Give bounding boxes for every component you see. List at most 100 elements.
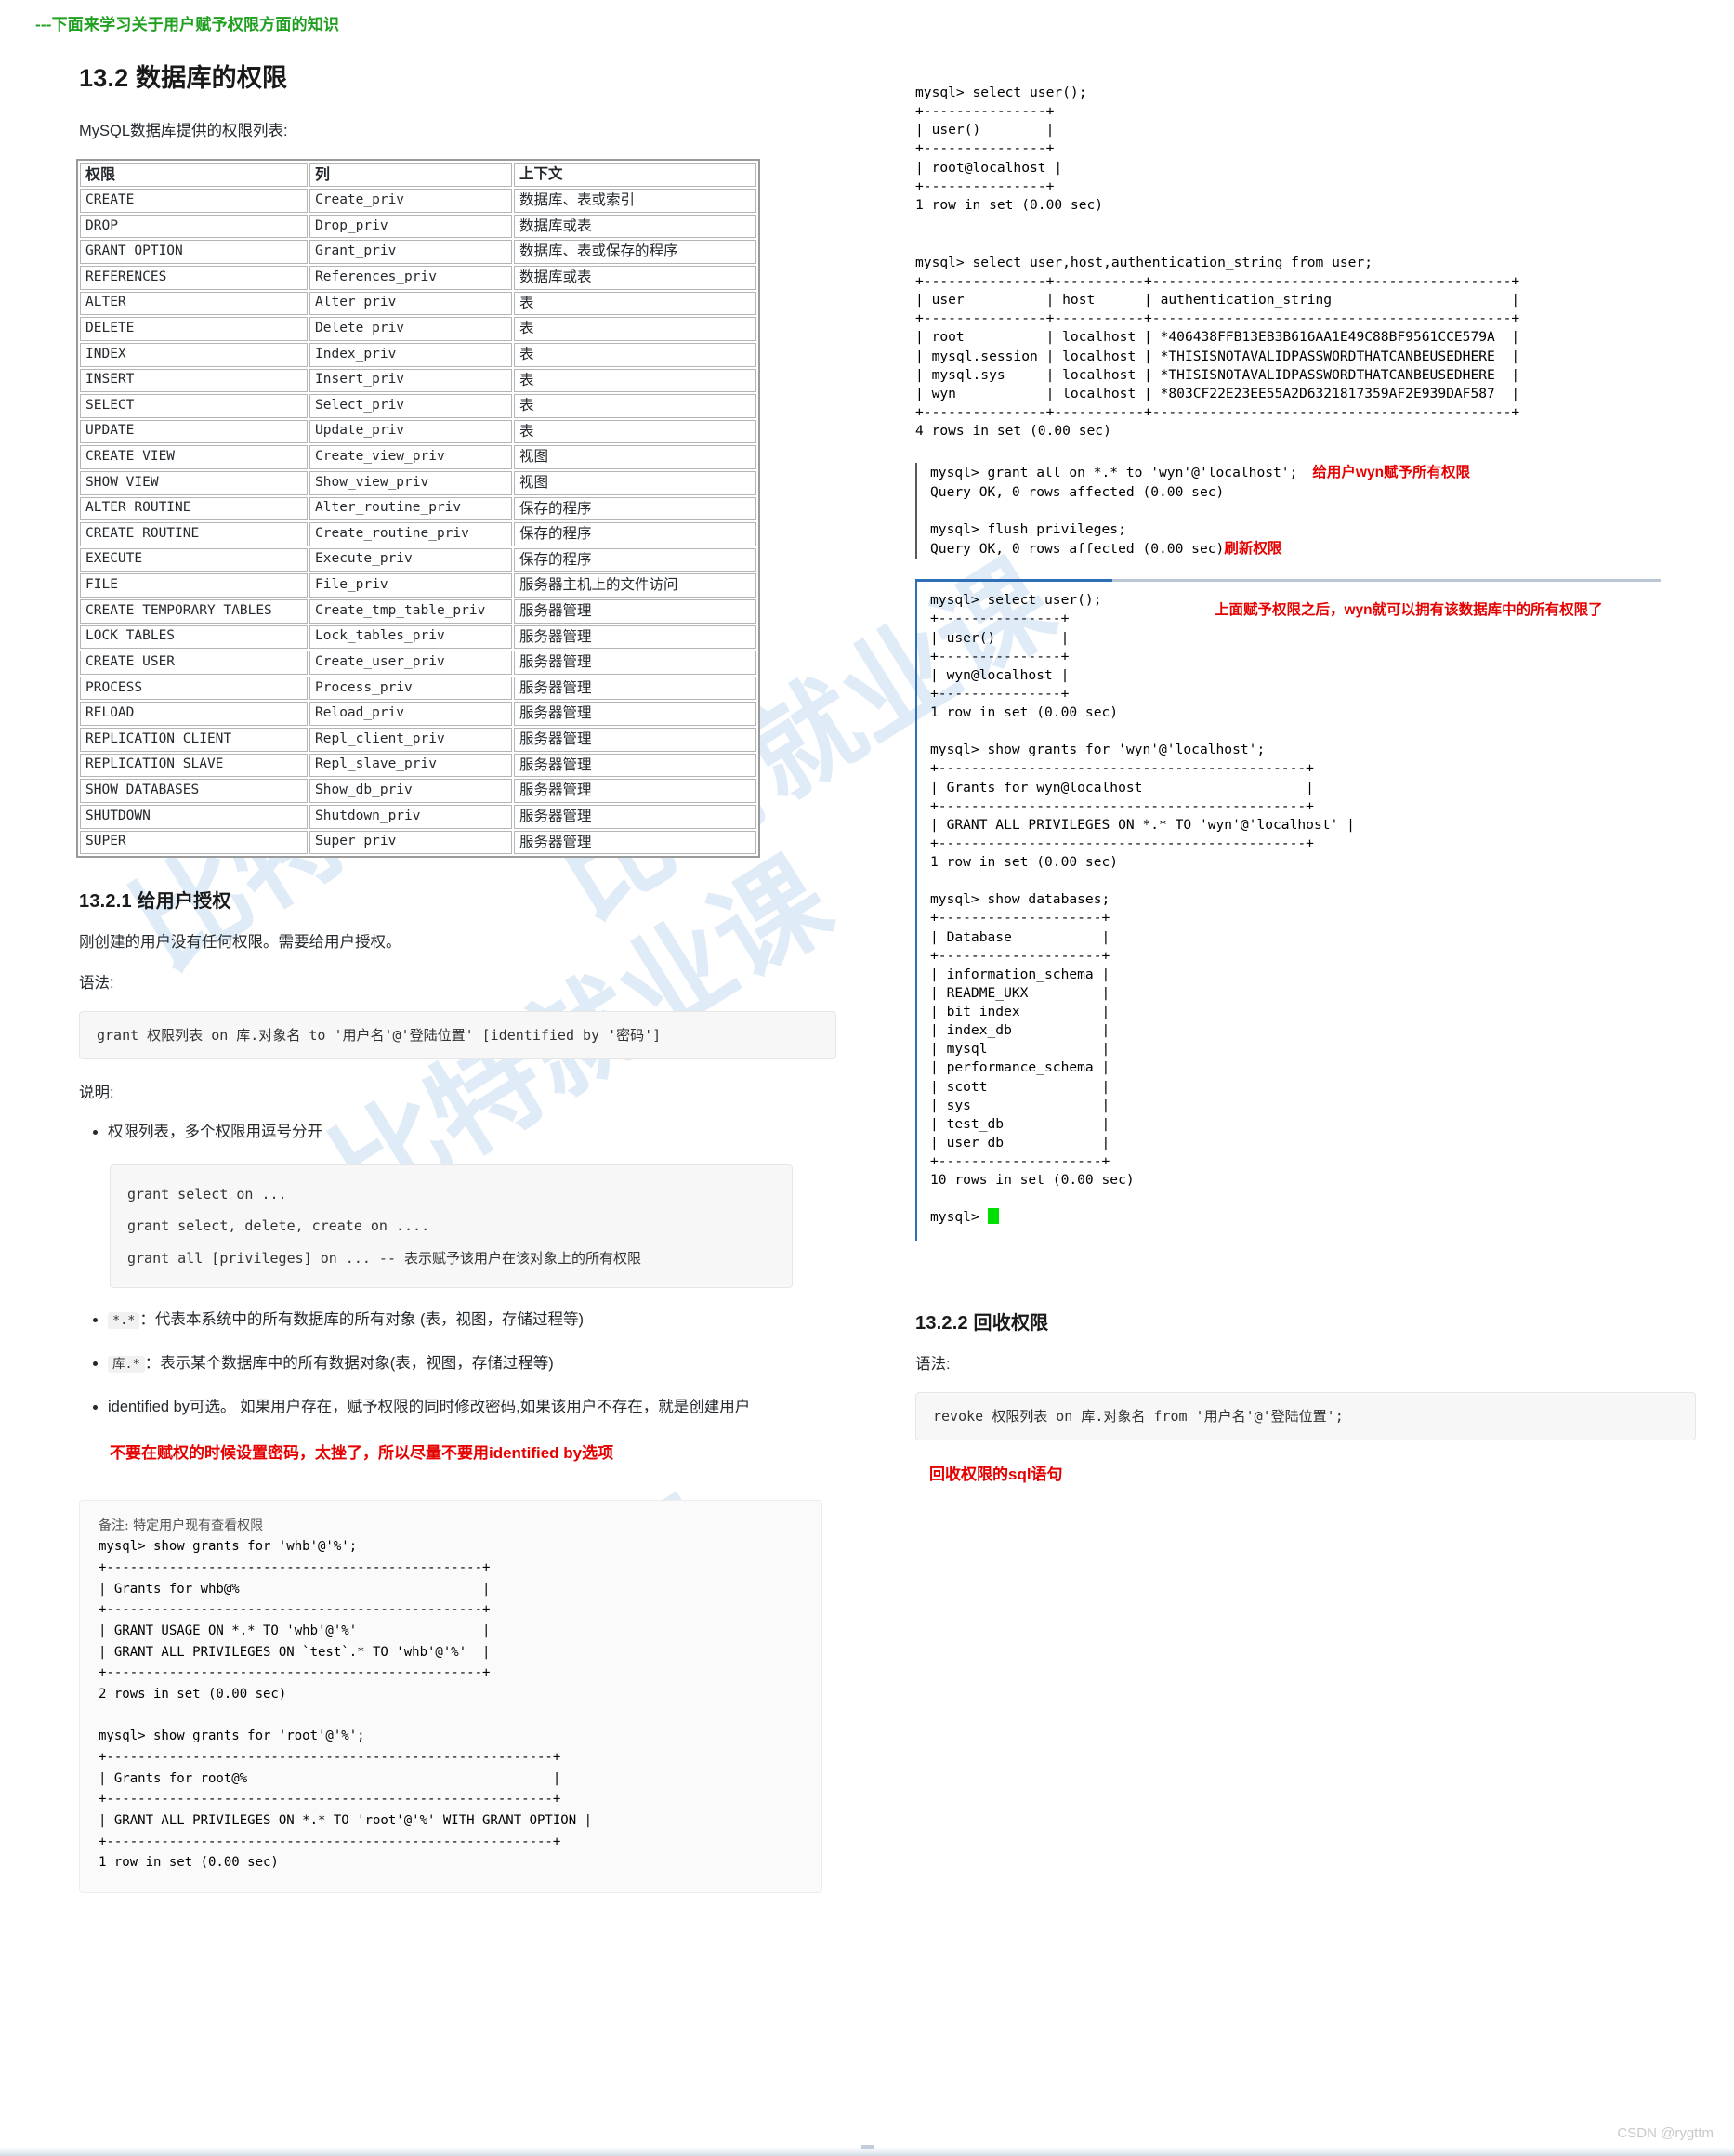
code-line: grant select, delete, create on ....	[127, 1217, 430, 1235]
table-row: DROP Drop_priv 数据库或表	[80, 214, 756, 239]
table-cell: PROCESS	[80, 676, 308, 701]
grants-terminal-block: 备注: 特定用户现有查看权限 mysql> show grants for 'w…	[79, 1499, 822, 1894]
table-cell: 保存的程序	[514, 547, 756, 572]
table-cell: 服务器管理	[514, 702, 756, 727]
table-cell: 数据库或表	[514, 266, 756, 290]
table-row: INSERT Insert_priv 表	[80, 368, 756, 393]
explanation-bullets: 权限列表，多个权限用逗号分开	[65, 1121, 836, 1144]
intro-text: MySQL数据库提供的权限列表:	[79, 123, 288, 139]
terminal-grant-block: mysql> grant all on *.* to 'wyn'@'localh…	[915, 463, 1696, 559]
list-item: identified by可选。 如果用户存在，赋予权限的同时修改密码,如果该用…	[108, 1396, 836, 1419]
table-cell: 表	[514, 342, 756, 367]
terminal-line: Query OK, 0 rows affected (0.00 sec)刷新权限	[930, 539, 1696, 559]
code-line: grant select on ...	[127, 1185, 287, 1203]
grant-command: mysql> grant all on *.* to 'wyn'@'localh…	[930, 465, 1298, 481]
table-row: UPDATE Update_priv 表	[80, 419, 756, 444]
terminal-cursor	[987, 1208, 999, 1225]
terminal-show-databases: mysql> show databases; +----------------…	[930, 891, 1135, 1189]
table-cell: Drop_priv	[309, 214, 512, 239]
table-cell: SHOW DATABASES	[80, 779, 308, 803]
table-row: CREATE VIEW Create_view_priv 视图	[80, 445, 756, 469]
table-row: LOCK TABLES Lock_tables_priv 服务器管理	[80, 624, 756, 650]
table-cell: DROP	[80, 214, 308, 239]
list-item-text: ：表示某个数据库中的所有数据对象(表，视图，存储过程等)	[144, 1355, 554, 1373]
table-cell: Show_view_priv	[309, 470, 512, 495]
table-cell: SELECT	[80, 394, 308, 418]
table-cell: UPDATE	[80, 419, 308, 444]
table-cell: CREATE	[80, 189, 308, 213]
grant-syntax-text: grant 权限列表 on 库.对象名 to '用户名'@'登陆位置' [ide…	[97, 1027, 662, 1045]
terminal-prompt: mysql>	[930, 1208, 1659, 1227]
table-cell: LOCK TABLES	[80, 624, 308, 650]
table-cell: FILE	[80, 573, 308, 598]
inline-code-one-db: 库.*	[108, 1356, 145, 1374]
list-item: 权限列表，多个权限用逗号分开	[108, 1121, 836, 1144]
terminal-line: mysql> grant all on *.* to 'wyn'@'localh…	[930, 463, 1696, 482]
table-cell: 服务器主机上的文件访问	[514, 573, 756, 598]
table-cell: 表	[514, 394, 756, 418]
explanation-bullets-2: *.*：代表本系统中的所有数据库的所有对象 (表，视图，存储过程等) 库.*：表…	[65, 1308, 836, 1418]
table-row: SELECT Select_priv 表	[80, 394, 756, 418]
table-cell: 表	[514, 317, 756, 341]
column-header: 权限	[80, 163, 308, 188]
panel-annotation: 上面赋予权限之后，wyn就可以拥有该数据库中的所有权限了	[1215, 602, 1603, 619]
table-row: SHUTDOWN Shutdown_priv 服务器管理	[80, 804, 756, 829]
table-row: REFERENCES References_priv 数据库或表	[80, 266, 756, 290]
table-row: SHOW DATABASES Show_db_priv 服务器管理	[80, 779, 756, 803]
table-cell: 保存的程序	[514, 496, 756, 521]
table-cell: 服务器管理	[514, 676, 756, 701]
table-cell: DELETE	[80, 317, 308, 341]
table-cell: Delete_priv	[309, 317, 512, 341]
table-cell: 数据库、表或索引	[514, 189, 756, 213]
table-row: SHOW VIEW Show_view_priv 视图	[80, 470, 756, 495]
table-cell: GRANT OPTION	[80, 240, 308, 265]
table-cell: 服务器管理	[514, 753, 756, 778]
table-cell: Reload_priv	[309, 702, 512, 727]
table-cell: 视图	[514, 470, 756, 495]
table-cell: ALTER ROUTINE	[80, 496, 308, 521]
terminal-blank	[930, 872, 1659, 890]
table-cell: Alter_priv	[309, 291, 512, 316]
table-cell: Index_priv	[309, 342, 512, 367]
table-cell: 服务器管理	[514, 651, 756, 675]
left-column: 13.2 数据库的权限 MySQL数据库提供的权限列表: 权限列上下文 CREAT…	[65, 58, 836, 1894]
table-cell: Create_priv	[309, 189, 512, 213]
revoke-syntax-text: revoke 权限列表 on 库.对象名 from '用户名'@'登陆位置';	[933, 1407, 1344, 1425]
table-cell: 服务器管理	[514, 728, 756, 752]
table-cell: Repl_slave_priv	[309, 753, 512, 778]
table-row: RELOAD Reload_priv 服务器管理	[80, 702, 756, 727]
terminal-output: mysql> show grants for 'whb'@'%'; +-----…	[99, 1539, 593, 1871]
subsection-13-2-1-title: 13.2.1 给用户授权	[79, 891, 231, 913]
wyn-session-panel: 上面赋予权限之后，wyn就可以拥有该数据库中的所有权限了 mysql> sele…	[915, 579, 1661, 1241]
table-cell: Insert_priv	[309, 368, 512, 393]
table-cell: Create_routine_priv	[309, 522, 512, 546]
privileges-table: 权限列上下文 CREATE Create_priv 数据库、表或索引 DROP Drop_…	[76, 159, 760, 859]
list-item: 库.*：表示某个数据库中的所有数据对象(表，视图，存储过程等)	[108, 1352, 836, 1375]
column-header: 列	[309, 163, 512, 188]
table-row: REPLICATION CLIENT Repl_client_priv 服务器管理	[80, 728, 756, 752]
terminal-select-user: mysql> select user(); +---------------+ …	[915, 85, 1104, 213]
table-row: DELETE Delete_priv 表	[80, 317, 756, 341]
table-cell: Lock_tables_priv	[309, 624, 512, 650]
top-note: ---下面来学习关于用户赋予权限方面的知识	[35, 16, 340, 33]
terminal-note: 备注: 特定用户现有查看权限	[99, 1518, 264, 1533]
terminal-wyn-show-grants: mysql> show grants for 'wyn'@'localhost'…	[930, 742, 1355, 870]
table-cell: 表	[514, 368, 756, 393]
table-cell: SUPER	[80, 830, 308, 855]
terminal-line: Query OK, 0 rows affected (0.00 sec)	[930, 483, 1225, 500]
table-cell: Create_user_priv	[309, 651, 512, 675]
grant-annotation: 给用户wyn赋予所有权限	[1312, 465, 1471, 481]
table-row: SUPER Super_priv 服务器管理	[80, 830, 756, 855]
table-cell: REPLICATION SLAVE	[80, 753, 308, 778]
grant-examples-codeblock: grant select on ... grant select, delete…	[110, 1163, 793, 1289]
grant-syntax-codeblock: grant 权限列表 on 库.对象名 to '用户名'@'登陆位置' [ide…	[79, 1011, 836, 1060]
table-cell: INSERT	[80, 368, 308, 393]
footer-tick	[861, 2145, 874, 2149]
table-cell: SHUTDOWN	[80, 804, 308, 829]
table-cell: REFERENCES	[80, 266, 308, 290]
table-row: INDEX Index_priv 表	[80, 342, 756, 367]
terminal-select-user-host-auth: mysql> select user,host,authentication_s…	[915, 254, 1520, 439]
table-cell: 服务器管理	[514, 830, 756, 855]
table-cell: INDEX	[80, 342, 308, 367]
table-row: ALTER Alter_priv 表	[80, 291, 756, 316]
